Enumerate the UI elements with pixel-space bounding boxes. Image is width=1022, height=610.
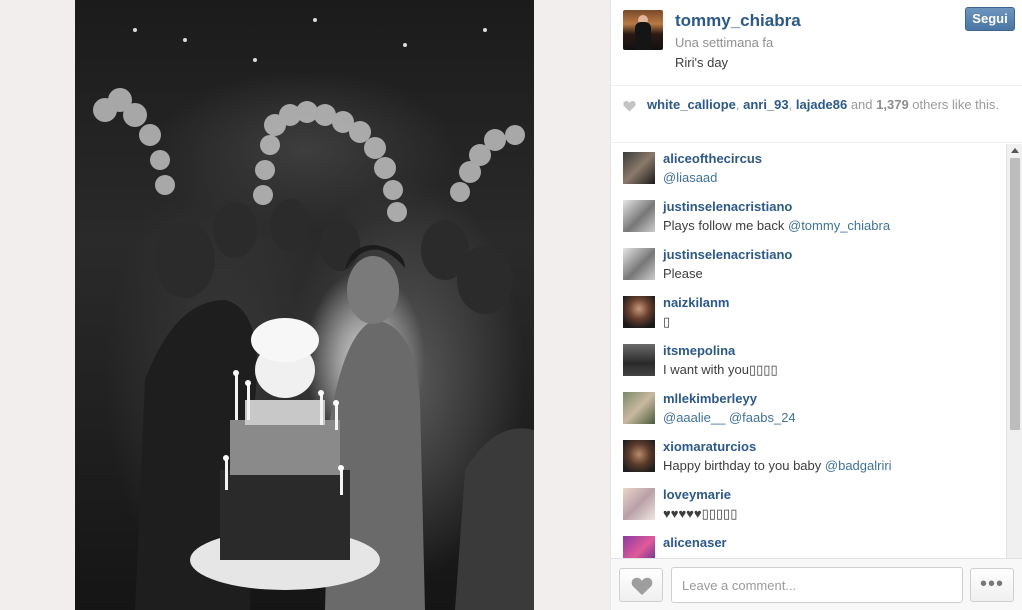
comment-item: alicenaser xyxy=(623,532,1003,558)
follow-button[interactable]: Segui xyxy=(965,7,1015,31)
commenter-username[interactable]: loveymarie xyxy=(663,487,731,502)
likes-summary: white_calliope, anri_93, lajade86 and 1,… xyxy=(611,86,1022,143)
liker-username[interactable]: white_calliope xyxy=(647,97,736,112)
commenter-avatar[interactable] xyxy=(623,536,655,558)
comment-footer: ••• xyxy=(611,558,1022,610)
commenter-avatar[interactable] xyxy=(623,392,655,424)
comment-body: Plays follow me back xyxy=(663,218,788,233)
likes-count[interactable]: 1,379 xyxy=(876,97,909,112)
commenter-avatar[interactable] xyxy=(623,344,655,376)
comments-scrollbar[interactable] xyxy=(1006,144,1022,558)
comment-body: Happy birthday to you baby xyxy=(663,458,825,473)
comment-body: Please xyxy=(663,266,703,281)
more-dots-icon[interactable]: ••• xyxy=(970,568,1014,602)
likes-suffix: others like this. xyxy=(908,97,1000,112)
likes-and: and xyxy=(847,97,877,112)
post-header: tommy_chiabra Una settimana fa Riri's da… xyxy=(611,0,1022,86)
commenter-username[interactable]: itsmepolina xyxy=(663,343,735,358)
photo-scene xyxy=(93,18,534,610)
comment-item: xiomaraturcios Happy birthday to you bab… xyxy=(623,436,1003,480)
post-photo[interactable] xyxy=(75,0,534,610)
commenter-username[interactable]: mllekimberleyy xyxy=(663,391,757,406)
comment-body: ▯ xyxy=(663,314,671,329)
commenter-avatar[interactable] xyxy=(623,296,655,328)
commenter-username[interactable]: justinselenacristiano xyxy=(663,199,792,214)
comment-item: loveymarie ♥♥♥♥♥▯▯▯▯▯ xyxy=(623,484,1003,528)
commenter-username[interactable]: aliceofthecircus xyxy=(663,151,762,166)
comment-item: itsmepolina I want with you▯▯▯▯ xyxy=(623,340,1003,384)
comment-text: Happy birthday to you baby @badgalriri xyxy=(663,458,892,473)
comment-mention[interactable]: @aaalie__ @faabs_24 xyxy=(663,410,796,425)
like-button[interactable] xyxy=(619,568,663,602)
comment-text: @liasaad xyxy=(663,170,717,185)
comment-text: @aaalie__ @faabs_24 xyxy=(663,410,796,425)
comment-text: Plays follow me back @tommy_chiabra xyxy=(663,218,890,233)
commenter-avatar[interactable] xyxy=(623,200,655,232)
author-avatar[interactable] xyxy=(623,10,663,50)
comment-item: aliceofthecircus @liasaad xyxy=(623,148,1003,192)
scroll-up-arrow-icon[interactable] xyxy=(1011,148,1019,153)
comment-item: justinselenacristiano Please xyxy=(623,244,1003,288)
comment-text: I want with you▯▯▯▯ xyxy=(663,362,778,378)
heart-icon xyxy=(623,100,636,112)
author-username[interactable]: tommy_chiabra xyxy=(675,11,801,31)
comment-item: naizkilanm ▯ xyxy=(623,292,1003,336)
post-caption: Riri's day xyxy=(675,55,729,70)
comment-mention[interactable]: @tommy_chiabra xyxy=(788,218,890,233)
heart-icon xyxy=(631,577,653,595)
post-details-panel: tommy_chiabra Una settimana fa Riri's da… xyxy=(610,0,1022,610)
likes-text: white_calliope, anri_93, lajade86 and 1,… xyxy=(647,97,1002,113)
commenter-username[interactable]: xiomaraturcios xyxy=(663,439,756,454)
comment-text: ♥♥♥♥♥▯▯▯▯▯ xyxy=(663,506,737,522)
commenter-avatar[interactable] xyxy=(623,488,655,520)
comment-item: justinselenacristiano Plays follow me ba… xyxy=(623,196,1003,240)
liker-username[interactable]: anri_93 xyxy=(743,97,789,112)
commenter-avatar[interactable] xyxy=(623,440,655,472)
comment-body: I want with you▯▯▯▯ xyxy=(663,362,778,377)
likes-separator: , xyxy=(788,97,796,112)
post-time[interactable]: Una settimana fa xyxy=(675,35,773,50)
comments-list[interactable]: aliceofthecircus @liasaad justinselenacr… xyxy=(611,144,1022,558)
commenter-username[interactable]: naizkilanm xyxy=(663,295,729,310)
comment-mention[interactable]: @badgalriri xyxy=(825,458,892,473)
commenter-avatar[interactable] xyxy=(623,152,655,184)
comment-text: ▯ xyxy=(663,314,670,330)
comment-input[interactable] xyxy=(671,567,963,603)
commenter-username[interactable]: alicenaser xyxy=(663,535,727,550)
scroll-thumb[interactable] xyxy=(1010,158,1020,430)
avatar-body xyxy=(635,22,651,50)
photo-viewer xyxy=(0,0,610,610)
comment-mention[interactable]: @liasaad xyxy=(663,170,717,185)
liker-username[interactable]: lajade86 xyxy=(796,97,847,112)
comment-body: ♥♥♥♥♥▯▯▯▯▯ xyxy=(663,506,738,521)
commenter-avatar[interactable] xyxy=(623,248,655,280)
comment-text: Please xyxy=(663,266,703,281)
commenter-username[interactable]: justinselenacristiano xyxy=(663,247,792,262)
comment-item: mllekimberleyy @aaalie__ @faabs_24 xyxy=(623,388,1003,432)
